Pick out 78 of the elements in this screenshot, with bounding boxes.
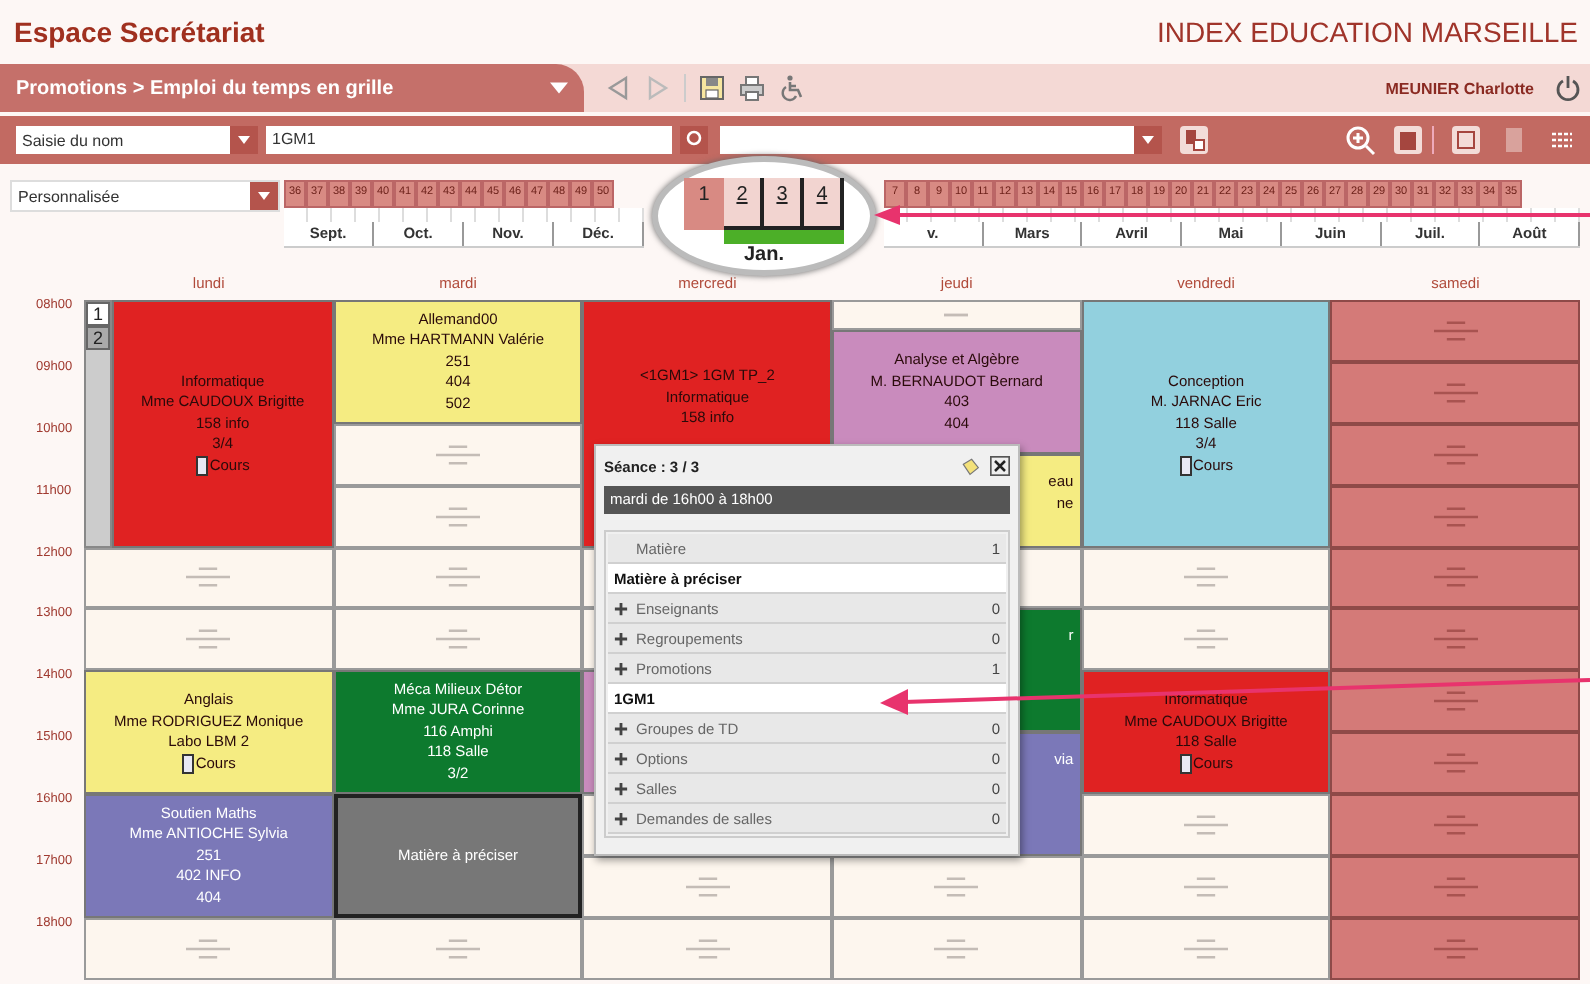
plus-icon[interactable] — [614, 661, 628, 675]
search-icon[interactable] — [680, 126, 708, 154]
input-field[interactable] — [720, 126, 1162, 154]
empty-slot-icon — [1431, 628, 1480, 651]
empty-slot-icon — [434, 628, 482, 651]
breadcrumb-menu[interactable]: Promotions > Emploi du temps en grille — [0, 64, 584, 112]
organization-name: INDEX EDUCATION MARSEILLE — [1156, 16, 1578, 48]
empty-slot-icon — [1182, 566, 1231, 589]
empty-slot[interactable] — [1330, 361, 1581, 424]
session-tab[interactable]: 2 — [86, 326, 110, 350]
empty-slot-icon — [434, 505, 482, 528]
caret-icon — [550, 82, 568, 94]
dropdown-icon — [1134, 126, 1162, 154]
empty-slot-icon — [184, 628, 233, 651]
card-icon — [181, 753, 194, 774]
empty-slot-icon — [184, 937, 233, 960]
empty-slot-icon — [944, 312, 969, 319]
empty-slot-icon — [683, 937, 732, 960]
empty-slot-icon — [932, 875, 981, 898]
empty-slot-icon — [434, 937, 482, 960]
empty-slot[interactable] — [1330, 300, 1581, 362]
zoom-in-icon[interactable] — [1344, 124, 1376, 156]
dropdown-icon — [250, 182, 278, 210]
empty-slot-icon — [1431, 752, 1480, 775]
empty-slot[interactable] — [333, 423, 583, 486]
week-cell[interactable]: 2 — [724, 178, 764, 230]
document-icon[interactable] — [1178, 124, 1210, 156]
empty-slot-icon — [1182, 875, 1231, 898]
empty-slot-icon — [1431, 690, 1480, 713]
empty-slot-icon — [1431, 937, 1480, 960]
calendar-icon[interactable] — [1450, 124, 1482, 156]
empty-slot-icon — [434, 443, 482, 466]
plus-icon[interactable] — [614, 601, 628, 615]
empty-slot-icon — [1431, 381, 1480, 404]
plus-icon[interactable] — [614, 631, 628, 645]
empty-slot-icon — [1431, 566, 1480, 589]
empty-slot-icon — [932, 937, 981, 960]
empty-slot-icon — [1431, 319, 1480, 342]
empty-slot-icon — [434, 566, 482, 589]
save-icon[interactable] — [698, 74, 726, 102]
period-select[interactable]: Personnalisée — [10, 180, 280, 212]
search-field[interactable]: 1GM1 — [266, 126, 672, 154]
empty-slot-icon — [184, 566, 233, 589]
dropdown-icon — [230, 126, 258, 154]
empty-slot-icon — [1431, 875, 1480, 898]
document-icon[interactable] — [1392, 124, 1424, 156]
empty-slot-icon — [1431, 813, 1480, 836]
close-icon[interactable] — [990, 456, 1010, 476]
empty-slot[interactable] — [1330, 485, 1581, 547]
app-title: Espace Secrétariat — [14, 16, 265, 48]
plus-icon[interactable] — [614, 751, 628, 765]
week-cell[interactable]: 3 — [764, 178, 804, 230]
empty-slot-icon — [1182, 937, 1231, 960]
user-name: MEUNIER Charlotte — [1385, 79, 1534, 97]
mode-select[interactable]: Saisie du nom — [16, 126, 258, 154]
plus-icon[interactable] — [614, 721, 628, 735]
power-icon[interactable] — [1554, 74, 1582, 102]
empty-slot[interactable] — [832, 300, 1082, 331]
month-label: Jan. — [743, 244, 784, 266]
week-cell[interactable]: 4 — [804, 178, 844, 230]
plus-icon[interactable] — [614, 781, 628, 795]
plus-icon[interactable] — [614, 811, 628, 825]
empty-slot[interactable] — [1330, 732, 1581, 794]
empty-slot-icon — [1182, 813, 1231, 836]
wheelchair-icon[interactable] — [778, 74, 806, 102]
print-icon[interactable] — [738, 74, 766, 102]
previous-icon[interactable] — [604, 74, 632, 102]
empty-slot-icon — [1431, 443, 1480, 466]
card-icon — [1179, 753, 1192, 774]
card-icon — [195, 455, 208, 476]
empty-slot[interactable] — [1330, 423, 1581, 486]
empty-slot-icon — [1431, 505, 1480, 528]
card-icon — [1179, 455, 1192, 476]
empty-slot-icon — [1182, 628, 1231, 651]
empty-slot[interactable] — [333, 485, 583, 547]
empty-slot-icon — [683, 875, 732, 898]
empty-slot[interactable] — [1330, 670, 1581, 733]
session-tab[interactable]: 1 — [86, 302, 110, 326]
